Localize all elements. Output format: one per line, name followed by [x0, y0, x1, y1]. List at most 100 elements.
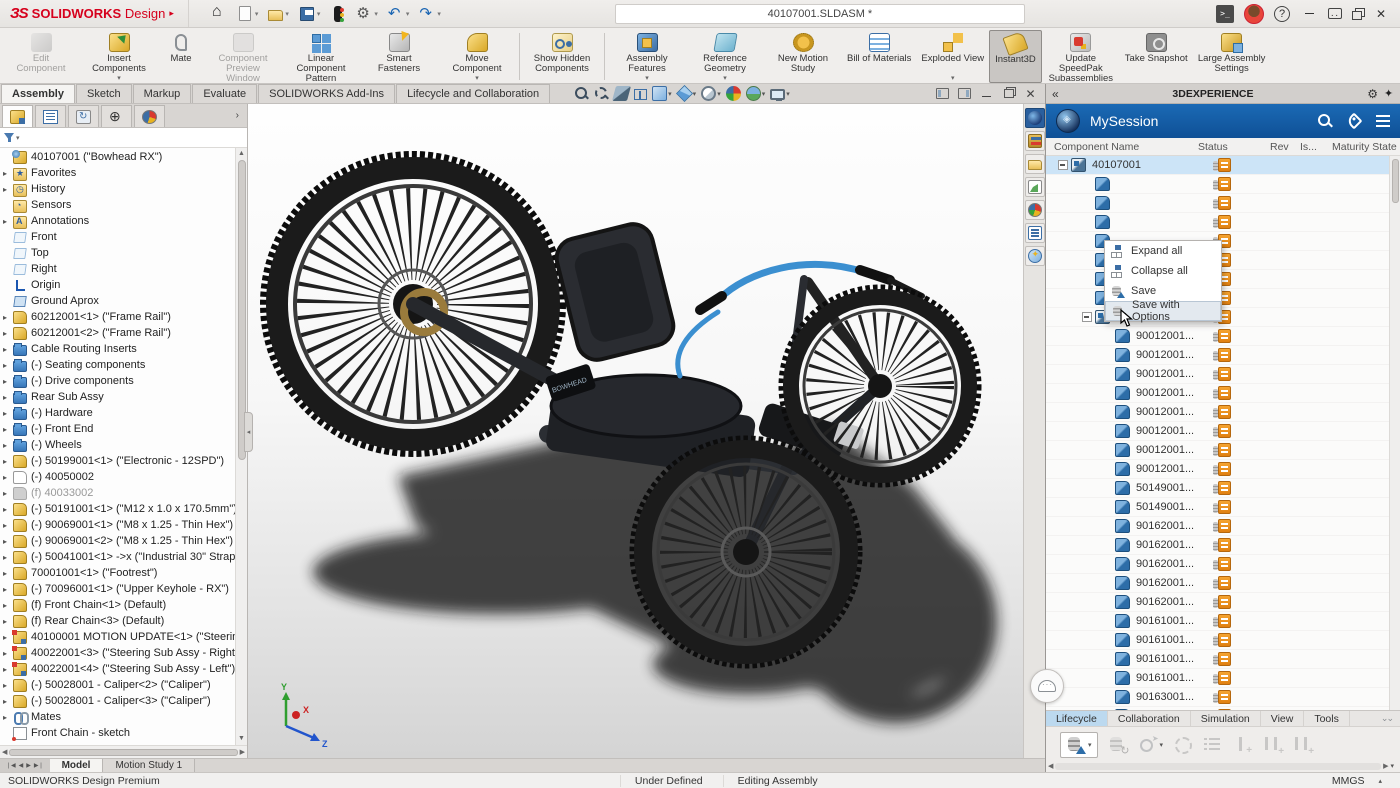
component-row[interactable]: 50149001... — [1046, 479, 1400, 498]
feature-tree-item[interactable]: Favorites — [0, 165, 235, 181]
feature-tree-item[interactable]: 40100001 MOTION UPDATE<1> ("Steering Sub… — [0, 629, 235, 645]
3dexperience-compass-icon[interactable] — [1056, 109, 1080, 133]
panel-settings-gear-icon[interactable]: ⚙ — [1367, 87, 1378, 101]
first-tab-icon[interactable]: ❘◀ — [6, 762, 16, 769]
scroll-right-icon[interactable]: ▶ — [1383, 762, 1388, 770]
context-menu-item[interactable]: Expand all — [1105, 241, 1221, 261]
help-icon[interactable]: ? — [1274, 6, 1290, 22]
minimize-button[interactable] — [1300, 5, 1318, 23]
feature-tree-item[interactable]: 70001001<1> ("Footrest") — [0, 565, 235, 581]
feature-tree-item[interactable]: 40022001<3> ("Steering Sub Assy - Right"… — [0, 645, 235, 661]
actions-horizontal-scrollbar[interactable]: ◀ ▶ ▾ — [1046, 760, 1400, 772]
prev-tab-icon[interactable]: ◀ — [19, 762, 24, 769]
lifecycle-action-button[interactable]: ▾ — [1263, 736, 1283, 754]
feature-tree-item[interactable]: History — [0, 181, 235, 197]
ribbon-tab[interactable]: Markup — [133, 84, 192, 103]
units-expand-icon[interactable]: ▴ — [1379, 777, 1383, 785]
component-row[interactable]: 40085001<1> — [1046, 308, 1400, 327]
component-row[interactable]: 60263001<1> — [1046, 289, 1400, 308]
solidworks-logo[interactable]: ЗS SOLIDWORKS Design ▸ — [4, 0, 189, 27]
ribbon-tab[interactable]: Sketch — [76, 84, 132, 103]
component-row[interactable]: 90162001... — [1046, 555, 1400, 574]
feature-tree-item[interactable]: Rear Sub Assy — [0, 389, 235, 405]
panel-expand-arrow-icon[interactable]: › — [228, 104, 247, 127]
feature-tree-item[interactable]: (-) 90069001<2> ("M8 x 1.25 - Thin Hex") — [0, 533, 235, 549]
quick-access-button[interactable]: ▾ — [352, 4, 382, 24]
logo-flyout-arrow-icon[interactable]: ▸ — [169, 8, 174, 19]
component-row[interactable]: 90162001... — [1046, 574, 1400, 593]
column-rev[interactable]: Rev — [1270, 141, 1300, 153]
quick-access-button[interactable]: ▾ — [295, 4, 325, 24]
feature-tree-item[interactable]: (-) 40050002 — [0, 469, 235, 485]
tree-horizontal-scrollbar[interactable]: ◀ ▶ — [0, 745, 247, 758]
component-row[interactable]: 90012001... — [1046, 403, 1400, 422]
lifecycle-action-button[interactable]: ▾ — [1060, 732, 1098, 758]
feature-tree-item[interactable]: (f) Rear Chain<3> (Default) — [0, 613, 235, 629]
toolbar-button[interactable]: Bill of Materials ▾ — [842, 30, 916, 83]
feature-tree-item[interactable]: (-) Drive components — [0, 373, 235, 389]
component-row[interactable]: 90161001... — [1046, 669, 1400, 688]
feature-tree-item[interactable]: (-) 70096001<1> ("Upper Keyhole - RX") — [0, 581, 235, 597]
component-row[interactable]: 90162001... — [1046, 593, 1400, 612]
feature-tree-item[interactable]: (-) 90069001<1> ("M8 x 1.25 - Thin Hex") — [0, 517, 235, 533]
component-row[interactable] — [1046, 232, 1400, 251]
feature-tree-item[interactable]: (-) Hardware — [0, 405, 235, 421]
panel-bottom-tab[interactable]: Lifecycle — [1046, 711, 1108, 726]
component-row[interactable]: 90162001... — [1046, 517, 1400, 536]
dock-right-icon[interactable] — [958, 88, 971, 99]
status-units[interactable]: MMGS ▴ — [1292, 775, 1392, 787]
toolbar-button[interactable]: Reference Geometry ▾ — [686, 30, 764, 83]
scroll-left-icon[interactable]: ◀ — [2, 748, 7, 756]
collapse-panel-icon[interactable]: « — [1052, 87, 1059, 101]
pin-panel-icon[interactable] — [1384, 89, 1394, 99]
doc-minimize-button[interactable] — [980, 88, 993, 99]
heads-up-button[interactable]: ▾ — [726, 86, 741, 101]
toolbar-button[interactable]: Smart Fasteners ▾ — [360, 30, 438, 83]
heads-up-button[interactable]: ▾ — [746, 86, 766, 101]
list-vertical-scrollbar[interactable] — [1389, 156, 1400, 710]
feature-tree-item[interactable]: (-) 50028001 - Caliper<2> ("Caliper") — [0, 677, 235, 693]
document-tab[interactable]: Motion Study 1 — [103, 759, 195, 772]
panel-tab[interactable] — [101, 105, 132, 127]
panel-tab[interactable] — [68, 105, 99, 127]
feature-tree-item[interactable]: Origin — [0, 277, 235, 293]
toolbar-button[interactable]: Edit Component ▾ — [2, 30, 80, 83]
task-pane-tab[interactable] — [1025, 223, 1045, 243]
restore-button[interactable] — [1352, 11, 1362, 20]
feature-tree-item[interactable]: Right — [0, 261, 235, 277]
search-icon[interactable] — [1318, 114, 1332, 128]
feature-tree-item[interactable]: 60212001<1> ("Frame Rail") — [0, 309, 235, 325]
quick-access-button[interactable]: ▾ — [207, 4, 231, 24]
component-row[interactable] — [1046, 175, 1400, 194]
scroll-thumb[interactable] — [1392, 159, 1399, 203]
component-row[interactable]: 90012001... — [1046, 384, 1400, 403]
component-row[interactable]: 90012001... — [1046, 422, 1400, 441]
ribbon-tab[interactable]: Lifecycle and Collaboration — [396, 84, 550, 103]
lifecycle-action-button[interactable]: ▾ — [1233, 736, 1253, 754]
panel-tab[interactable] — [35, 105, 66, 127]
component-row[interactable]: 90163001... — [1046, 688, 1400, 707]
quick-access-button[interactable]: ▾ — [415, 4, 445, 24]
overflow-caret-icon[interactable]: ▾ — [1390, 762, 1398, 770]
component-row[interactable] — [1046, 194, 1400, 213]
feature-tree-item[interactable]: Sensors — [0, 197, 235, 213]
feature-tree-root[interactable]: 40107001 ("Bowhead RX") — [0, 149, 235, 165]
next-tab-icon[interactable]: ▶ — [26, 762, 31, 769]
quick-access-button[interactable]: ▾ — [384, 4, 414, 24]
hamburger-menu-icon[interactable] — [1376, 115, 1390, 117]
quick-access-button[interactable]: ▾ — [264, 4, 293, 23]
document-tab[interactable]: Model — [50, 759, 104, 772]
dock-left-icon[interactable] — [936, 88, 949, 99]
feature-tree-item[interactable]: Ground Aprox — [0, 293, 235, 309]
component-row[interactable]: 70079001<2> — [1046, 270, 1400, 289]
close-button[interactable] — [1372, 5, 1390, 23]
panel-splitter-handle[interactable]: ◂ — [244, 412, 253, 452]
panel-bottom-tab[interactable]: View — [1261, 711, 1305, 726]
component-row[interactable]: 90161001... — [1046, 631, 1400, 650]
component-row[interactable]: 90012001... — [1046, 327, 1400, 346]
column-component-name[interactable]: Component Name — [1046, 141, 1198, 153]
panel-bottom-tab[interactable]: Collaboration — [1108, 711, 1191, 726]
lifecycle-action-button[interactable]: ▾ — [1173, 736, 1193, 754]
column-issues[interactable]: Is... — [1300, 141, 1332, 153]
context-menu-item[interactable]: Save — [1105, 281, 1221, 301]
